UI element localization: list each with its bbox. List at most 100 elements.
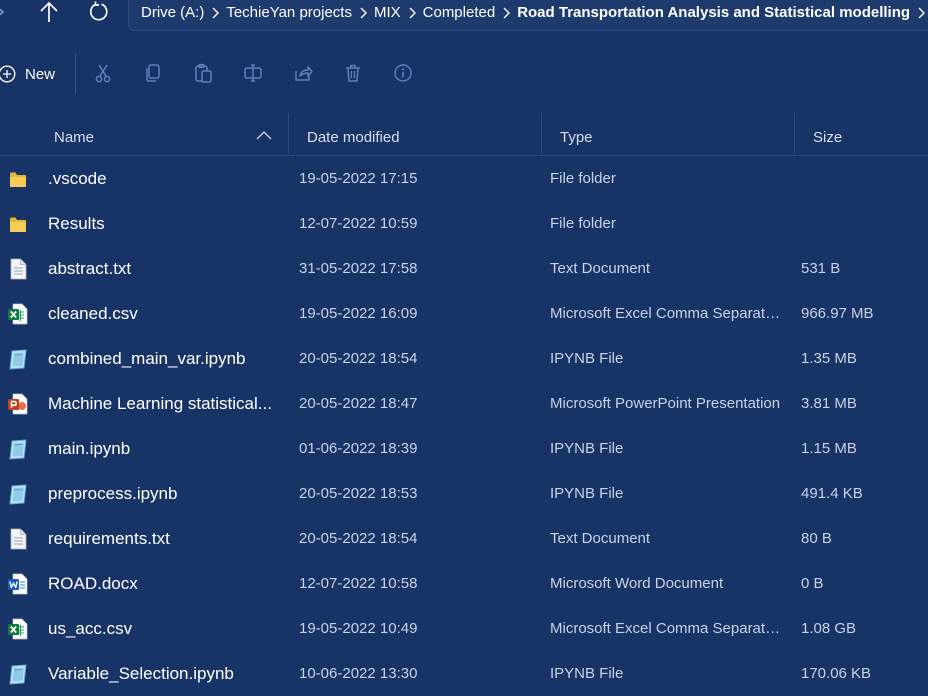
folder-icon <box>6 156 30 201</box>
file-name: .vscode <box>48 169 107 188</box>
file-type: File folder <box>550 215 616 232</box>
delete-button[interactable] <box>341 61 365 85</box>
file-size: 0 B <box>801 575 824 592</box>
file-name: main.ipynb <box>48 439 131 458</box>
column-header-name[interactable]: Name <box>54 129 94 146</box>
file-size: 531 B <box>801 260 841 277</box>
refresh-button[interactable] <box>87 0 111 24</box>
file-name: us_acc.csv <box>48 619 133 638</box>
file-date-modified: 19-05-2022 17:15 <box>299 170 418 187</box>
file-type: Microsoft Word Document <box>550 575 724 592</box>
file-row[interactable]: preprocess.ipynb 20-05-2022 18:53 IPYNB … <box>0 471 928 516</box>
address-bar-area: Drive (A:) TechieYan projects MIX Comple… <box>0 0 928 33</box>
file-row[interactable]: Variable_Selection.ipynb 10-06-2022 13:3… <box>0 651 928 696</box>
sort-ascending-icon[interactable] <box>256 128 272 146</box>
breadcrumb-techieyan-projects[interactable]: TechieYan projects <box>225 4 353 21</box>
file-name: combined_main_var.ipynb <box>48 349 246 368</box>
file-size: 1.08 GB <box>801 620 857 637</box>
column-header-size[interactable]: Size <box>813 129 842 146</box>
cut-button[interactable] <box>91 61 115 85</box>
delete-icon <box>346 64 360 82</box>
share-icon <box>295 66 313 81</box>
file-name: Variable_Selection.ipynb <box>48 664 234 683</box>
file-row[interactable]: combined_main_var.ipynb 20-05-2022 18:54… <box>0 336 928 381</box>
share-button[interactable] <box>291 61 315 85</box>
file-date-modified: 20-05-2022 18:54 <box>299 350 418 367</box>
file-type: IPYNB File <box>550 440 624 457</box>
paste-button[interactable] <box>191 61 215 85</box>
copy-button[interactable] <box>141 61 165 85</box>
file-row[interactable]: us_acc.csv 19-05-2022 10:49 Microsoft Ex… <box>0 606 928 651</box>
column-resize-handle[interactable] <box>541 113 542 154</box>
file-type: Microsoft Excel Comma Separate... <box>550 620 784 637</box>
breadcrumb-chevron-icon[interactable] <box>402 6 422 20</box>
breadcrumb-drive[interactable]: Drive (A:) <box>140 4 205 21</box>
text-file-icon <box>6 246 30 291</box>
folder-icon <box>6 201 30 246</box>
file-size <box>801 156 921 201</box>
refresh-icon <box>89 1 108 21</box>
file-name: requirements.txt <box>48 529 170 548</box>
file-date-modified: 20-05-2022 18:53 <box>299 485 418 502</box>
info-icon <box>394 64 412 82</box>
file-size: 491.4 KB <box>801 485 863 502</box>
column-header-type[interactable]: Type <box>560 129 593 146</box>
file-name: ROAD.docx <box>48 574 138 593</box>
file-size: 3.81 MB <box>801 395 857 412</box>
file-size: 170.06 KB <box>801 665 872 682</box>
breadcrumb-completed[interactable]: Completed <box>422 4 497 21</box>
file-type: IPYNB File <box>550 485 624 502</box>
breadcrumb-chevron-icon[interactable] <box>205 6 225 20</box>
ipynb-icon <box>6 426 30 471</box>
file-row[interactable]: main.ipynb 01-06-2022 18:39 IPYNB File 1… <box>0 426 928 471</box>
breadcrumb-chevron-icon[interactable] <box>496 6 516 20</box>
breadcrumb-mix[interactable]: MIX <box>373 4 402 21</box>
command-bar: New <box>0 45 928 100</box>
rename-button[interactable] <box>241 61 265 85</box>
toolbar-divider <box>75 53 76 93</box>
file-type: File folder <box>550 170 616 187</box>
breadcrumb-chevron-icon[interactable] <box>911 6 928 20</box>
up-button[interactable] <box>37 0 61 24</box>
address-bar[interactable]: Drive (A:) TechieYan projects MIX Comple… <box>128 0 928 31</box>
arrow-up-icon <box>40 1 58 22</box>
file-date-modified: 20-05-2022 18:47 <box>299 395 418 412</box>
excel-icon <box>6 291 30 336</box>
file-row[interactable]: .vscode 19-05-2022 17:15 File folder <box>0 156 928 201</box>
column-header-date-modified[interactable]: Date modified <box>307 129 400 146</box>
powerpoint-icon <box>6 381 30 426</box>
file-size: 80 B <box>801 530 832 547</box>
file-row[interactable]: Machine Learning statistical... 20-05-20… <box>0 381 928 426</box>
file-name: abstract.txt <box>48 259 132 278</box>
file-type: IPYNB File <box>550 665 624 682</box>
text-file-icon <box>6 516 30 561</box>
breadcrumb-current-folder[interactable]: Road Transportation Analysis and Statist… <box>516 4 911 21</box>
file-size: 1.15 MB <box>801 440 857 457</box>
excel-icon <box>6 606 30 651</box>
breadcrumb-chevron-icon[interactable] <box>353 6 373 20</box>
file-row[interactable]: cleaned.csv 19-05-2022 16:09 Microsoft E… <box>0 291 928 336</box>
file-row[interactable]: requirements.txt 20-05-2022 18:54 Text D… <box>0 516 928 561</box>
file-row[interactable]: Results 12-07-2022 10:59 File folder <box>0 201 928 246</box>
file-type: Text Document <box>550 260 651 277</box>
properties-button[interactable] <box>391 61 415 85</box>
file-size: 966.97 MB <box>801 305 874 322</box>
file-date-modified: 12-07-2022 10:58 <box>299 575 418 592</box>
file-type: Text Document <box>550 530 651 547</box>
file-row[interactable]: ROAD.docx 12-07-2022 10:58 Microsoft Wor… <box>0 561 928 606</box>
file-list: .vscode 19-05-2022 17:15 File folder Res… <box>0 156 928 696</box>
new-button-label: New <box>25 65 56 83</box>
column-resize-handle[interactable] <box>794 113 795 154</box>
file-name: cleaned.csv <box>48 304 138 323</box>
file-row[interactable]: abstract.txt 31-05-2022 17:58 Text Docum… <box>0 246 928 291</box>
file-type: IPYNB File <box>550 350 624 367</box>
file-name: Results <box>48 214 105 233</box>
file-date-modified: 19-05-2022 16:09 <box>299 305 418 322</box>
column-resize-handle[interactable] <box>288 113 289 154</box>
file-type: Microsoft Excel Comma Separate... <box>550 305 784 322</box>
word-icon <box>6 561 30 606</box>
file-date-modified: 10-06-2022 13:30 <box>299 665 418 682</box>
file-date-modified: 12-07-2022 10:59 <box>299 215 418 232</box>
new-button[interactable]: New <box>0 60 55 88</box>
back-button[interactable] <box>0 0 8 24</box>
